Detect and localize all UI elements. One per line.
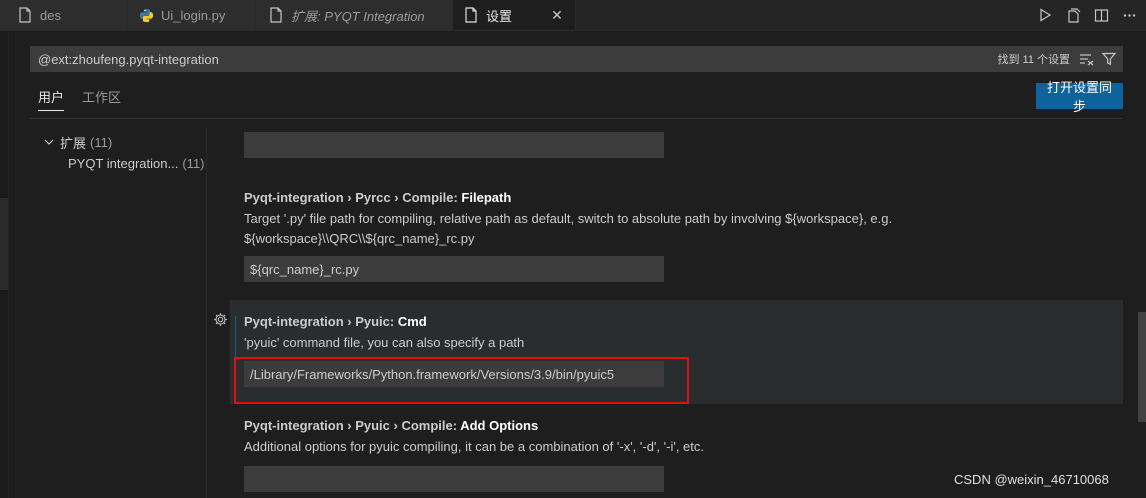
tab-label: 设置 [486,8,513,24]
setting-description-line: Additional options for pyuic compiling, … [244,439,705,454]
file-icon [268,7,284,23]
chevron-down-icon [42,135,56,149]
setting-description: Additional options for pyuic compiling, … [244,437,704,457]
file-icon [463,7,479,23]
close-icon[interactable]: ✕ [549,7,565,23]
toc-item-count: (11) [182,155,205,171]
tab-user[interactable]: 用户 [38,86,65,111]
tab-settings[interactable]: 设置 ✕ [453,0,576,30]
setting-previous-input[interactable] [244,132,664,158]
editor-actions [1034,0,1146,30]
toc-group-label: 扩展 [60,135,87,151]
run-icon[interactable] [1034,4,1056,26]
setting-description: 'pyuic' command file, you can also speci… [244,333,524,353]
setting-title: Pyqt-integration › Pyrcc › Compile: File… [244,190,511,205]
setting-pyrcc-compile-filepath: Pyqt-integration › Pyrcc › Compile: File… [230,180,1123,288]
settings-toc: 扩展 (11) PYQT integration... (11) [0,128,206,498]
header-divider [30,118,1123,119]
filter-icon[interactable] [1100,50,1118,68]
toc-group-count: (11) [90,134,113,150]
settings-editor-window: des Ui_login.py 扩展: PYQT Integration 设置 [0,0,1146,498]
more-actions-icon[interactable] [1118,4,1140,26]
red-highlight-annotation [234,357,689,404]
setting-description-line: Target '.py' file path for compiling, re… [244,211,893,226]
setting-description-line: 'pyuic' command file, you can also speci… [244,335,525,350]
scrollbar-thumb[interactable] [1138,312,1146,422]
clear-filter-icon[interactable] [1078,50,1096,68]
setting-key: Filepath [461,190,512,205]
settings-search-input[interactable] [31,47,998,71]
editor-tab-bar: des Ui_login.py 扩展: PYQT Integration 设置 [0,0,1146,31]
tab-des[interactable]: des [0,0,128,30]
toc-group-extensions[interactable]: 扩展 (11) [42,132,112,152]
toc-item-pyqt-integration[interactable]: PYQT integration... (11) [68,153,204,173]
tab-label: des [40,7,61,23]
settings-list: Pyqt-integration › Pyrcc › Compile: File… [207,128,1136,498]
split-editor-icon[interactable] [1090,4,1112,26]
setting-description-line: ${workspace}\\QRC\\${qrc_name}_rc.py [244,231,475,246]
settings-scope-tabs: 用户 工作区 [30,86,121,112]
settings-scrollbar[interactable] [1136,128,1146,498]
tab-label: Ui_login.py [161,7,226,23]
tab-workspace[interactable]: 工作区 [82,86,121,110]
setting-previous [230,128,1123,168]
setting-key: Add Options [460,418,539,433]
toc-item-label: PYQT integration... [68,155,179,171]
search-result-count: 找到 11 个设置 [997,54,1070,66]
settings-search-box: 找到 11 个设置 [30,46,1123,72]
setting-description: Target '.py' file path for compiling, re… [244,209,892,249]
setting-category: Pyqt-integration › Pyuic › Compile: [244,418,461,433]
python-icon [138,7,154,23]
tab-extension-pyqt-integration[interactable]: 扩展: PYQT Integration [256,0,453,30]
setting-title: Pyqt-integration › Pyuic › Compile: Add … [244,418,538,433]
gear-icon[interactable] [212,311,228,327]
setting-filepath-input[interactable] [244,256,664,282]
turn-on-settings-sync-button[interactable]: 打开设置同步 [1036,80,1123,114]
tab-label: 扩展: PYQT Integration [291,8,425,24]
setting-key: Cmd [397,314,427,329]
setting-category: Pyqt-integration › Pyuic: [244,314,398,329]
file-icon [17,7,33,23]
open-changes-icon[interactable] [1062,4,1084,26]
setting-add-options-input[interactable] [244,466,664,492]
setting-title: Pyqt-integration › Pyuic: Cmd [244,314,427,329]
watermark: CSDN @weixin_46710068 [954,472,1109,487]
setting-category: Pyqt-integration › Pyrcc › Compile: [244,190,462,205]
tab-ui-login-py[interactable]: Ui_login.py [128,0,256,30]
